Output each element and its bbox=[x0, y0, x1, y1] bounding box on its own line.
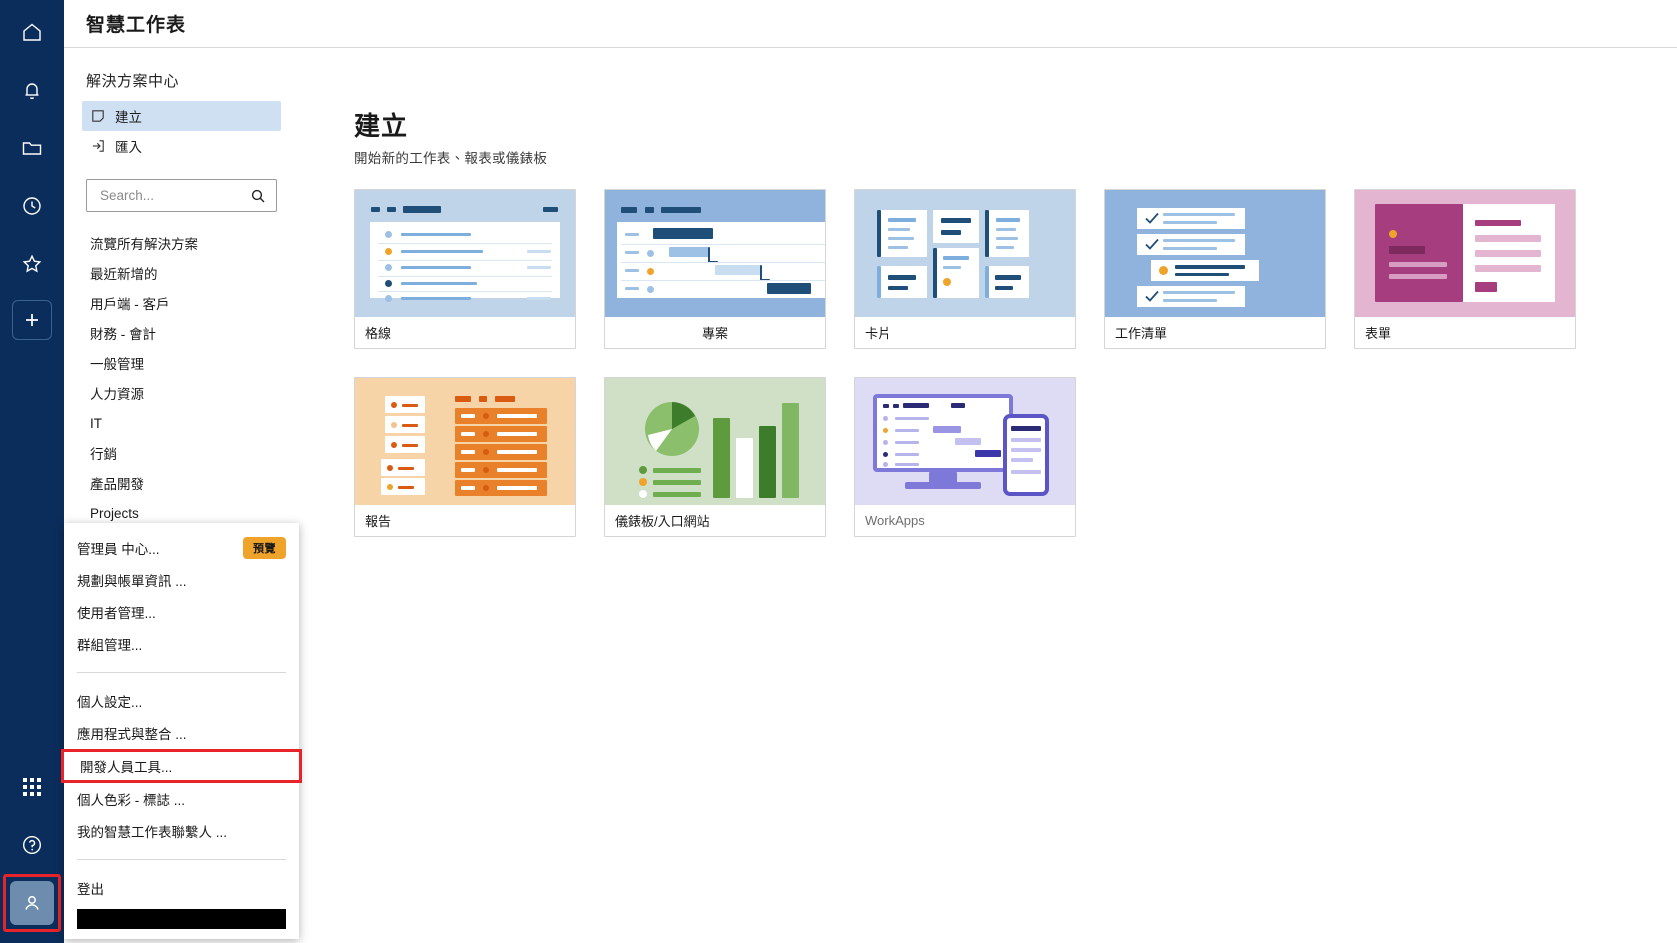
account-dropdown-menu: 管理員 中心... 預覽 規劃與帳單資訊 ... 使用者管理... 群組管理..… bbox=[64, 523, 299, 939]
card-label: 專案 bbox=[605, 317, 825, 348]
category-item[interactable]: 產品開發 bbox=[86, 468, 281, 498]
template-card-dashboard[interactable]: 儀錶板/入口網站 bbox=[604, 377, 826, 537]
menu-item-personal-settings[interactable]: 個人設定... bbox=[64, 685, 299, 717]
note-icon bbox=[90, 108, 106, 124]
menu-divider bbox=[77, 859, 286, 860]
page-title: 智慧工作表 bbox=[86, 10, 186, 37]
clock-icon[interactable] bbox=[10, 184, 54, 228]
application-root: 智慧工作表 解決方案中心 建立 bbox=[0, 0, 1677, 943]
grid-apps-icon[interactable] bbox=[10, 765, 54, 809]
menu-item-admin-center[interactable]: 管理員 中心... 預覽 bbox=[64, 532, 299, 564]
card-art-form bbox=[1355, 190, 1575, 317]
bell-icon[interactable] bbox=[10, 68, 54, 112]
panel-nav-import[interactable]: 匯入 bbox=[82, 131, 281, 161]
menu-item-label: 規劃與帳單資訊 ... bbox=[77, 570, 187, 590]
menu-item-user-management[interactable]: 使用者管理... bbox=[64, 596, 299, 628]
category-item[interactable]: 流覽所有解決方案 bbox=[86, 228, 281, 258]
template-card-report[interactable]: 報告 bbox=[354, 377, 576, 537]
home-icon[interactable] bbox=[10, 10, 54, 54]
card-label: 報告 bbox=[355, 505, 575, 536]
card-art-grid bbox=[355, 190, 575, 317]
panel-nav-create-label: 建立 bbox=[115, 106, 142, 126]
content-body: 解決方案中心 建立 bbox=[64, 48, 1677, 943]
create-subheading: 開始新的工作表、報表或儀錶板 bbox=[354, 147, 1677, 167]
preview-badge: 預覽 bbox=[243, 537, 286, 559]
category-item[interactable]: 用戶端 - 客戶 bbox=[86, 288, 281, 318]
panel-nav-create[interactable]: 建立 bbox=[82, 101, 281, 131]
template-card-tasklist[interactable]: 工作清單 bbox=[1104, 189, 1326, 349]
solution-search-box[interactable] bbox=[86, 179, 277, 212]
category-item[interactable]: 行銷 bbox=[86, 438, 281, 468]
menu-item-apps-integrations[interactable]: 應用程式與整合 ... bbox=[64, 717, 299, 749]
template-card-cards[interactable]: 卡片 bbox=[854, 189, 1076, 349]
solution-category-list: 流覽所有解決方案 最近新增的 用戶端 - 客戶 財務 - 會計 一般管理 人力資… bbox=[86, 228, 281, 528]
card-art-project bbox=[605, 190, 825, 317]
menu-item-label: 個人設定... bbox=[77, 691, 142, 711]
menu-divider bbox=[77, 672, 286, 673]
category-item[interactable]: IT bbox=[86, 408, 281, 438]
solution-center-heading: 解決方案中心 bbox=[86, 70, 281, 91]
create-main-area: 建立 開始新的工作表、報表或儀錶板 bbox=[299, 48, 1677, 943]
card-label: 格線 bbox=[355, 317, 575, 348]
menu-item-label: 個人色彩 - 標誌 ... bbox=[77, 789, 185, 809]
template-card-project[interactable]: 專案 bbox=[604, 189, 826, 349]
category-item[interactable]: 財務 - 會計 bbox=[86, 318, 281, 348]
card-label: 工作清單 bbox=[1105, 317, 1325, 348]
redacted-account-email bbox=[77, 909, 286, 929]
menu-item-label: 登出 bbox=[77, 878, 104, 898]
menu-item-sign-out[interactable]: 登出 bbox=[64, 872, 299, 904]
card-label: 卡片 bbox=[855, 317, 1075, 348]
star-icon[interactable] bbox=[10, 242, 54, 286]
menu-item-label: 管理員 中心... bbox=[77, 538, 160, 558]
card-art-report bbox=[355, 378, 575, 505]
left-icon-rail bbox=[0, 0, 64, 943]
create-heading: 建立 bbox=[354, 106, 1677, 143]
menu-item-label: 使用者管理... bbox=[77, 602, 156, 622]
menu-item-label: 開發人員工具... bbox=[80, 756, 172, 776]
category-item[interactable]: 一般管理 bbox=[86, 348, 281, 378]
card-art-tasklist bbox=[1105, 190, 1325, 317]
card-label: 表單 bbox=[1355, 317, 1575, 348]
menu-item-personal-colors-logo[interactable]: 個人色彩 - 標誌 ... bbox=[64, 783, 299, 815]
menu-item-label: 群組管理... bbox=[77, 634, 142, 654]
card-art-workapps bbox=[855, 378, 1075, 505]
rail-bottom-group bbox=[10, 765, 54, 943]
card-art-dashboard bbox=[605, 378, 825, 505]
menu-item-developer-tools[interactable]: 開發人員工具... bbox=[61, 749, 302, 783]
card-label: WorkApps bbox=[855, 505, 1075, 536]
create-plus-button[interactable] bbox=[12, 300, 52, 340]
search-icon[interactable] bbox=[248, 186, 268, 206]
menu-item-my-smartsheet-contacts[interactable]: 我的智慧工作表聯繫人 ... bbox=[64, 815, 299, 847]
right-region: 智慧工作表 解決方案中心 建立 bbox=[64, 0, 1677, 943]
help-circle-icon[interactable] bbox=[10, 823, 54, 867]
category-item[interactable]: 人力資源 bbox=[86, 378, 281, 408]
import-icon bbox=[90, 138, 106, 154]
menu-item-group-management[interactable]: 群組管理... bbox=[64, 628, 299, 660]
top-header-bar: 智慧工作表 bbox=[64, 0, 1677, 48]
card-art-cards bbox=[855, 190, 1075, 317]
menu-item-label: 我的智慧工作表聯繫人 ... bbox=[77, 821, 227, 841]
menu-item-plan-billing[interactable]: 規劃與帳單資訊 ... bbox=[64, 564, 299, 596]
card-label: 儀錶板/入口網站 bbox=[605, 505, 825, 536]
template-card-grid-item[interactable]: 格線 bbox=[354, 189, 576, 349]
category-item[interactable]: 最近新增的 bbox=[86, 258, 281, 288]
search-input[interactable] bbox=[98, 187, 248, 204]
account-avatar-icon[interactable] bbox=[10, 881, 54, 925]
menu-item-label: 應用程式與整合 ... bbox=[77, 723, 187, 743]
template-card-grid: 格線 bbox=[354, 189, 1594, 537]
template-card-workapps[interactable]: WorkApps bbox=[854, 377, 1076, 537]
folder-icon[interactable] bbox=[10, 126, 54, 170]
template-card-form[interactable]: 表單 bbox=[1354, 189, 1576, 349]
panel-nav-import-label: 匯入 bbox=[115, 136, 142, 156]
